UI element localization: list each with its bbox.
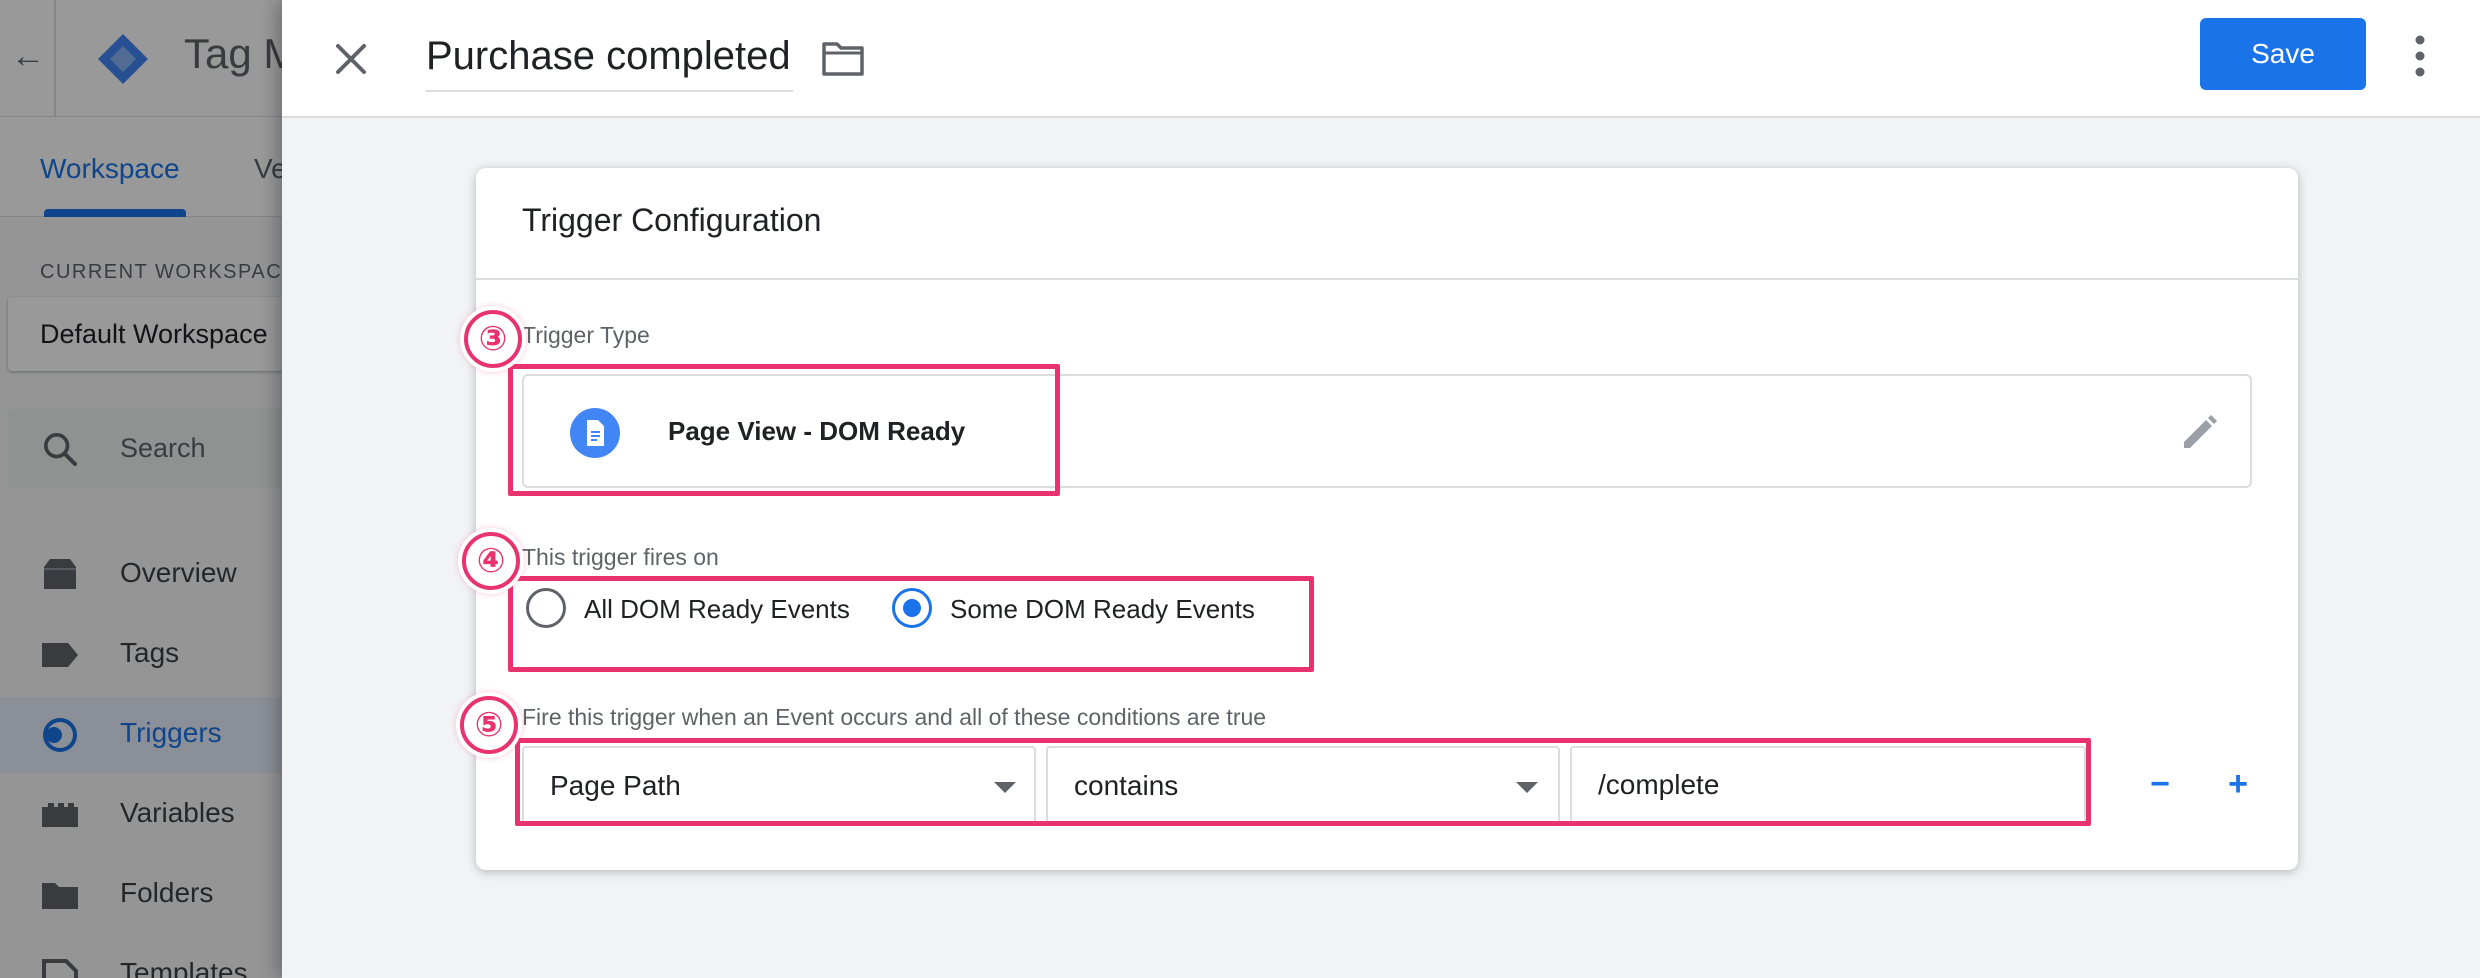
trigger-type-selector[interactable]: Page View - DOM Ready [522, 374, 2252, 488]
condition-variable-value: Page Path [550, 770, 681, 801]
edit-pencil-icon[interactable] [2178, 412, 2220, 454]
radio-some-dom-ready-events[interactable]: Some DOM Ready Events [892, 582, 1272, 634]
annotation-badge-5: ⑤ [460, 696, 518, 754]
trigger-type-name: Page View - DOM Ready [668, 416, 966, 446]
radio-unchecked-icon [526, 588, 566, 628]
radio-checked-icon [892, 588, 932, 628]
radio-dot [903, 599, 921, 617]
card-header: Trigger Configuration [476, 168, 2298, 280]
condition-label: Fire this trigger when an Event occurs a… [522, 704, 1267, 730]
trigger-editor-panel: Purchase completed Save Trigger Configur… [282, 0, 2480, 978]
fires-on-label: This trigger fires on [522, 544, 719, 570]
trigger-name: Purchase completed [426, 34, 791, 78]
dropdown-arrow-icon [1516, 782, 1538, 793]
radio-label: All DOM Ready Events [584, 594, 850, 624]
card-title: Trigger Configuration [522, 202, 822, 238]
condition-variable-select[interactable]: Page Path [522, 746, 1036, 824]
radio-all-dom-ready-events[interactable]: All DOM Ready Events [526, 582, 850, 634]
folder-icon[interactable] [820, 36, 866, 80]
trigger-configuration-card: Trigger Configuration Trigger Type Page … [476, 168, 2298, 870]
more-vert-icon[interactable] [2400, 30, 2440, 82]
dropdown-arrow-icon [994, 782, 1016, 793]
save-button[interactable]: Save [2200, 18, 2366, 90]
trigger-name-field[interactable]: Purchase completed [426, 26, 793, 92]
condition-operator-value: contains [1074, 770, 1179, 801]
document-icon [570, 408, 620, 458]
radio-label: Some DOM Ready Events [950, 594, 1255, 624]
condition-value-input[interactable] [1570, 746, 2086, 824]
background-scrim[interactable] [0, 0, 282, 978]
trigger-type-label: Trigger Type [522, 322, 650, 348]
annotation-badge-3: ③ [464, 310, 522, 368]
close-icon[interactable] [326, 34, 376, 84]
annotation-badge-4: ④ [462, 532, 520, 590]
editor-toolbar: Purchase completed Save [282, 0, 2480, 118]
add-condition-button[interactable]: + [2212, 758, 2264, 810]
condition-operator-select[interactable]: contains [1046, 746, 1560, 824]
remove-condition-button[interactable]: − [2134, 758, 2186, 810]
